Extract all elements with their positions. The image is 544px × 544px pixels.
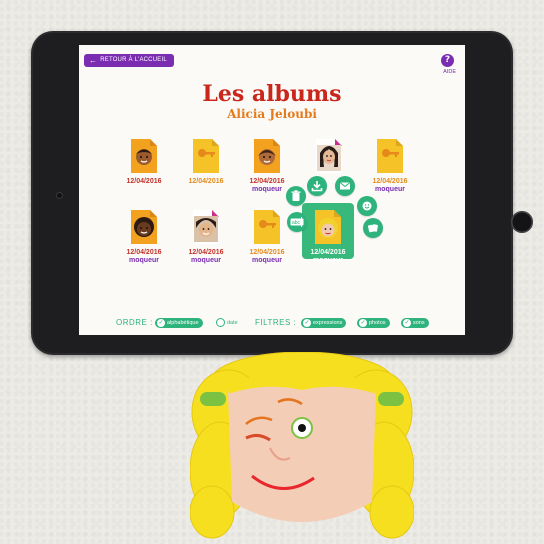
album-item[interactable]: 12/04/2016 moqueur (366, 137, 414, 194)
delete-button[interactable] (286, 186, 306, 206)
filter-photos-toggle[interactable]: ✓ photos (357, 318, 390, 328)
album-date: 12/04/2016 (249, 178, 285, 185)
help-label: AIDE (443, 69, 456, 75)
rename-icon: abc (290, 217, 304, 227)
page-title: Les albums (202, 81, 342, 107)
album-item[interactable]: 12/04/2016 moqueur (182, 208, 230, 265)
filter-label: FILTRES : (255, 318, 297, 327)
mail-icon (339, 182, 351, 190)
arrow-left-icon: ← (89, 56, 98, 65)
file-icon (129, 208, 159, 246)
emoji-button[interactable] (357, 196, 377, 216)
order-date-label: date (227, 320, 238, 326)
file-icon (252, 208, 282, 246)
album-name: moqueur (313, 257, 343, 264)
album-date: 12/04/2016 (372, 178, 408, 185)
camera-icon (57, 193, 62, 198)
filter-sons-label: sons (413, 320, 425, 326)
cards-icon (367, 224, 378, 233)
order-date-radio[interactable] (216, 318, 225, 327)
download-button[interactable] (307, 176, 327, 196)
album-name: moqueur (252, 257, 282, 264)
page-subtitle: Alicia Jeloubi (227, 107, 317, 121)
filter-sons-toggle[interactable]: ✓ sons (401, 318, 429, 328)
back-button-label: RETOUR À L'ACCUEIL (100, 57, 167, 63)
album-item[interactable]: 12/04/2016 moqueur (120, 208, 168, 265)
album-item[interactable]: 12/04/2016 (120, 137, 168, 186)
back-to-home-button[interactable]: ← RETOUR À L'ACCUEIL (84, 54, 174, 67)
file-icon (375, 137, 405, 175)
check-icon: ✓ (157, 319, 165, 327)
help-button[interactable]: ? (441, 54, 454, 67)
filter-expressions-toggle[interactable]: ✓ expressions (301, 318, 347, 328)
album-item-selected[interactable]: 12/04/2016 moqueur (304, 208, 352, 265)
photo-file-icon (191, 208, 221, 246)
album-date: 12/04/2016 (126, 249, 162, 256)
check-icon: ✓ (303, 319, 311, 327)
album-name: moqueur (375, 186, 405, 193)
order-alpha-label: alphabétique (167, 320, 199, 326)
album-item[interactable]: 12/04/2016 (182, 137, 230, 186)
file-icon (129, 137, 159, 175)
home-button[interactable] (511, 211, 533, 233)
file-icon (191, 137, 221, 175)
order-alphabetical-option[interactable]: ✓ alphabétique (155, 318, 203, 328)
check-icon: ✓ (359, 319, 367, 327)
file-icon (252, 137, 282, 175)
check-icon: ✓ (403, 319, 411, 327)
album-item[interactable]: 12/04/2016 moqueur (243, 208, 291, 265)
filter-photos-label: photos (369, 320, 386, 326)
album-item[interactable]: 12/04/2016 moqueur (243, 137, 291, 194)
file-icon (313, 208, 343, 246)
album-date: 12/04/2016 (126, 178, 162, 185)
order-label: ORDRE : (116, 318, 153, 327)
album-name: moqueur (129, 257, 159, 264)
album-date: 12/04/2016 (188, 178, 224, 185)
album-name: moqueur (191, 257, 221, 264)
sort-filter-bar: ORDRE : ✓ alphabétique date FILTRES : ✓ … (79, 316, 465, 330)
album-date: 12/04/2016 (188, 249, 224, 256)
app-screen: ← RETOUR À L'ACCUEIL ? AIDE Les albums A… (79, 45, 465, 335)
download-icon (311, 181, 323, 192)
trash-icon (291, 190, 301, 201)
album-date: 12/04/2016 (249, 249, 285, 256)
album-item[interactable] (305, 137, 353, 175)
svg-text:abc: abc (292, 220, 301, 226)
winking-girl-illustration (190, 352, 414, 539)
filter-expressions-label: expressions (313, 320, 343, 326)
album-name: moqueur (252, 186, 282, 193)
send-mail-button[interactable] (335, 176, 355, 196)
emoji-icon (362, 201, 372, 211)
album-date: 12/04/2016 (310, 249, 346, 256)
rename-button[interactable]: abc (287, 212, 307, 232)
cards-button[interactable] (363, 218, 383, 238)
photo-file-icon (314, 137, 344, 175)
